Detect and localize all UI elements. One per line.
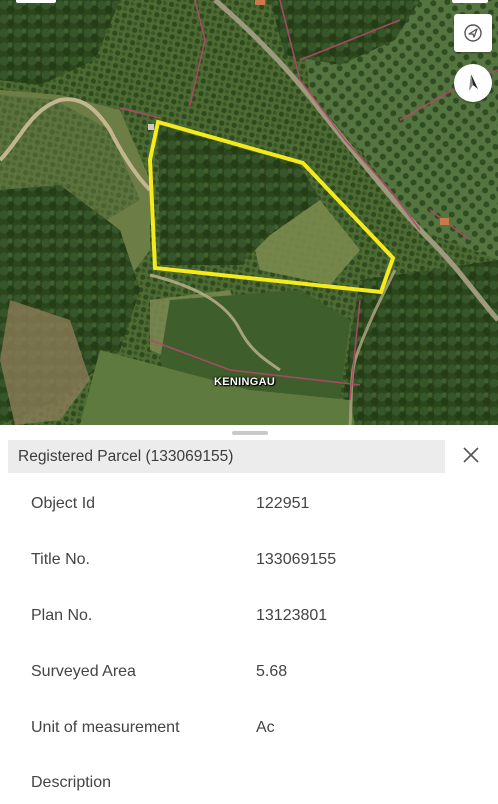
attribute-value: 13123801 (256, 607, 328, 624)
attribute-row-object-id: Object Id 122951 (0, 495, 498, 525)
navigation-arrow-icon (463, 23, 483, 43)
compass-button[interactable] (454, 64, 492, 102)
satellite-imagery (0, 0, 498, 425)
map-control-edge-right[interactable] (452, 0, 488, 3)
attribute-row-surveyed-area: Surveyed Area 5.68 (0, 663, 498, 693)
attribute-row-plan-no: Plan No. 13123801 (0, 607, 498, 637)
feature-popup-panel: Registered Parcel (133069155) Object Id … (0, 425, 498, 791)
popup-header: Registered Parcel (133069155) (8, 440, 445, 473)
attribute-label: Surveyed Area (31, 663, 136, 680)
locate-button[interactable] (454, 14, 492, 52)
attribute-label: Unit of measurement (31, 719, 180, 736)
attribute-value: Ac (256, 719, 275, 736)
attribute-label: Plan No. (31, 607, 93, 624)
popup-title: Registered Parcel (133069155) (18, 447, 234, 465)
attribute-row-description: Description (0, 774, 498, 804)
attribute-value: 133069155 (256, 551, 337, 568)
attribute-label: Object Id (31, 495, 96, 512)
drag-handle[interactable] (232, 431, 268, 435)
map-control-edge[interactable] (16, 0, 56, 3)
map-place-label: KENINGAU (214, 376, 276, 388)
compass-north-icon (463, 72, 483, 94)
attribute-label: Title No. (31, 551, 90, 568)
close-icon (462, 446, 480, 469)
attribute-value: 5.68 (256, 663, 288, 680)
attribute-row-title-no: Title No. 133069155 (0, 551, 498, 581)
close-button[interactable] (458, 444, 484, 470)
attribute-label: Description (31, 774, 112, 791)
attribute-row-unit: Unit of measurement Ac (0, 719, 498, 749)
satellite-map[interactable]: KENINGAU (0, 0, 498, 425)
attribute-value: 122951 (256, 495, 310, 512)
